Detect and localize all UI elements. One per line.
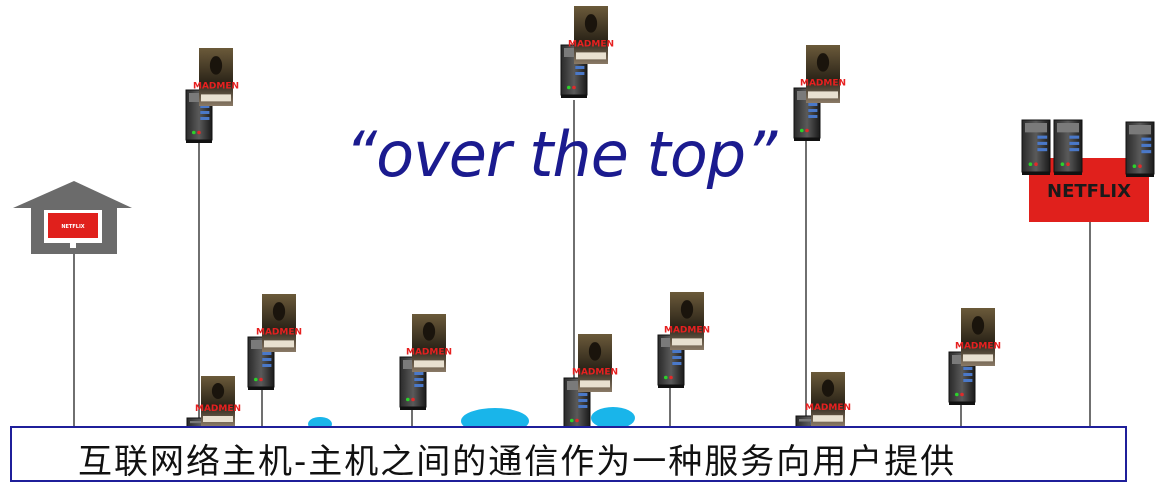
tv-icon: NETFLIX: [44, 210, 102, 248]
poster-icon: MADMEN: [195, 376, 241, 426]
netflix-logo-text: NETFLIX: [1047, 181, 1131, 202]
poster-icon: MADMEN: [406, 314, 452, 372]
poster-label: MADMEN: [193, 82, 239, 92]
poster-icon: MADMEN: [800, 45, 846, 103]
poster-label: MADMEN: [406, 348, 452, 358]
server-group: [185, 44, 1155, 433]
diagram-title: “over the top”: [345, 118, 777, 191]
caption-box: 互联网络主机-主机之间的通信作为一种服务向用户提供: [10, 426, 1127, 482]
server-icon: [1125, 121, 1155, 177]
poster-group: MADMEN MADMEN MADMEN MADMEN MADMEN MADMEN MADM…: [193, 6, 1001, 426]
poster-icon: MADMEN: [664, 292, 710, 350]
poster-icon: MADMEN: [955, 308, 1001, 366]
poster-label: MADMEN: [195, 404, 241, 414]
poster-label: MADMEN: [572, 368, 618, 378]
server-icon: [1021, 119, 1051, 175]
svg-text:NETFLIX: NETFLIX: [61, 224, 84, 230]
poster-label: MADMEN: [664, 326, 710, 336]
poster-label: MADMEN: [568, 40, 614, 50]
server-icon: [1053, 119, 1083, 175]
poster-icon: MADMEN: [256, 294, 302, 352]
poster-label: MADMEN: [805, 403, 851, 413]
poster-icon: MADMEN: [568, 6, 614, 64]
poster-label: MADMEN: [256, 328, 302, 338]
poster-icon: MADMEN: [193, 48, 239, 106]
poster-label: MADMEN: [800, 79, 846, 89]
poster-icon: MADMEN: [572, 334, 618, 392]
poster-icon: MADMEN: [805, 372, 851, 426]
caption-text: 互联网络主机-主机之间的通信作为一种服务向用户提供: [78, 442, 957, 482]
cdn-diagram: NETFLIX NETFLIX MADMENMADMENMADMENMADMEN…: [13, 6, 1155, 434]
poster-label: MADMEN: [955, 342, 1001, 352]
house-icon: NETFLIX: [13, 181, 132, 254]
